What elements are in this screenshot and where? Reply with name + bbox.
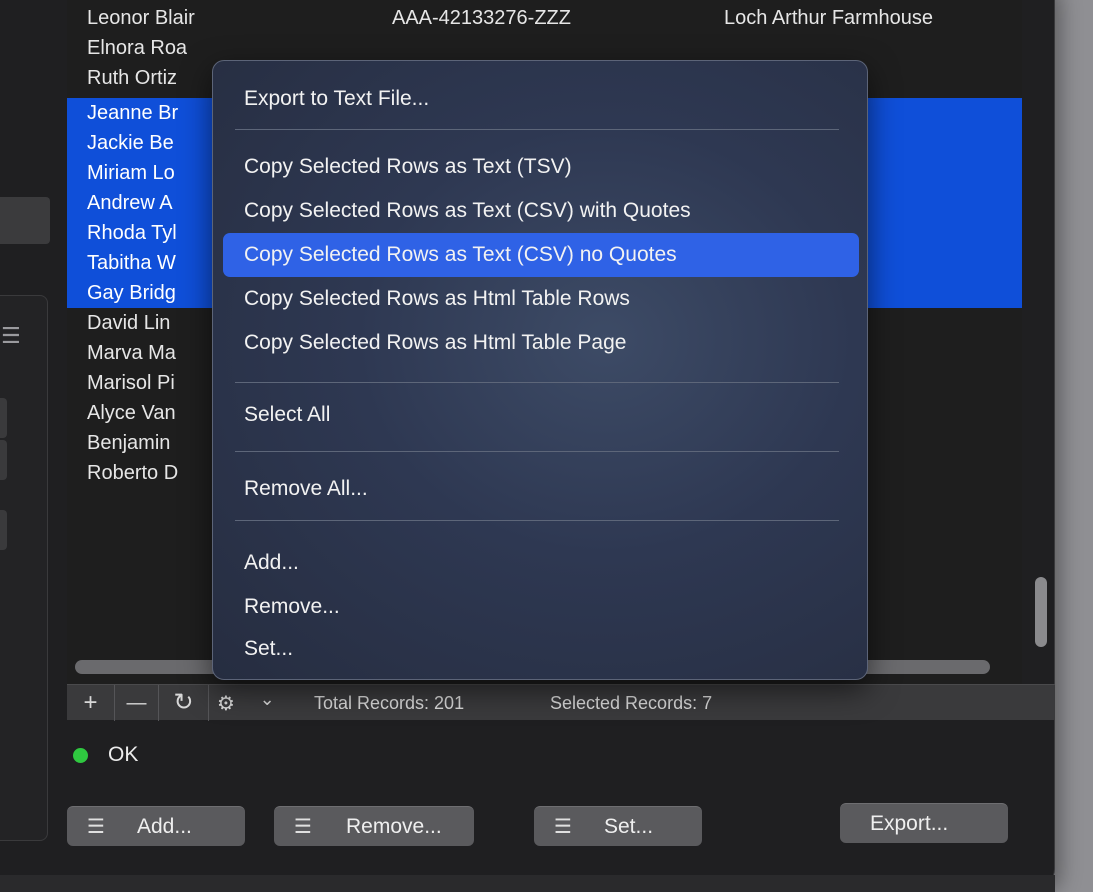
menu-item-select-all[interactable]: Select All xyxy=(223,393,859,437)
export-button-label: Export... xyxy=(870,812,949,835)
sidebar-tab[interactable] xyxy=(0,197,50,244)
menu-item-copy-html-rows[interactable]: Copy Selected Rows as Html Table Rows xyxy=(223,277,859,321)
export-button[interactable]: Export... xyxy=(840,803,1008,843)
list-icon[interactable]: ☰ xyxy=(1,323,27,349)
menu-item-set[interactable]: Set... xyxy=(223,627,859,671)
name-cell: Leonor Blair xyxy=(87,7,195,29)
menu-item-copy-tsv[interactable]: Copy Selected Rows as Text (TSV) xyxy=(223,145,859,189)
add-button[interactable]: ☰ Add... xyxy=(67,806,245,846)
gear-menu-button[interactable]: ⚙ ⌄ xyxy=(209,685,279,721)
menu-item-remove-all[interactable]: Remove All... xyxy=(223,467,859,511)
menu-item-copy-csv-quotes[interactable]: Copy Selected Rows as Text (CSV) with Qu… xyxy=(223,189,859,233)
gear-icon: ⚙ xyxy=(217,693,235,715)
status-text: OK xyxy=(108,743,139,766)
list-icon: ☰ xyxy=(294,816,312,838)
menu-separator xyxy=(235,451,839,452)
chevron-down-icon: ⌄ xyxy=(259,689,275,709)
menu-item-copy-csv-no-quotes[interactable]: Copy Selected Rows as Text (CSV) no Quot… xyxy=(223,233,859,277)
menu-item-copy-html-page[interactable]: Copy Selected Rows as Html Table Page xyxy=(223,321,859,365)
menu-item-remove[interactable]: Remove... xyxy=(223,585,859,629)
list-icon: ☰ xyxy=(87,816,105,838)
add-row-button[interactable]: + xyxy=(67,685,115,721)
vertical-scrollbar-thumb[interactable] xyxy=(1035,577,1047,647)
menu-separator xyxy=(235,520,839,521)
context-menu: Export to Text File... Copy Selected Rows… xyxy=(212,60,868,680)
refresh-icon: ↻ xyxy=(173,689,194,716)
add-button-label: Add... xyxy=(137,815,192,838)
sidebar-marker xyxy=(0,440,7,480)
list-icon: ☰ xyxy=(554,816,572,838)
table-row[interactable]: Leonor Blair AAA-42133276-ZZZ Loch Arthur … xyxy=(67,3,1022,33)
place-cell: Loch Arthur Farmhouse xyxy=(724,7,933,29)
menu-item-export-text-file[interactable]: Export to Text File... xyxy=(223,77,859,121)
selected-records-label: Selected Records: 7 xyxy=(550,693,713,713)
set-button-label: Set... xyxy=(604,815,654,838)
sidebar-marker xyxy=(0,510,7,550)
code-cell: AAA-42133276-ZZZ xyxy=(392,7,571,29)
name-cell: Elnora Roa xyxy=(87,37,188,59)
remove-button-label: Remove... xyxy=(346,815,442,838)
table-row[interactable]: Elnora Roa xyxy=(67,33,1022,63)
sidebar-panel xyxy=(0,295,48,841)
menu-separator xyxy=(235,382,839,383)
status-indicator-icon xyxy=(73,748,88,763)
total-records-label: Total Records: 201 xyxy=(314,693,465,713)
table-toolbar: + — ↻ ⚙ ⌄ Total Records: 201 Selected Re… xyxy=(67,684,1055,721)
menu-separator xyxy=(235,129,839,130)
menu-item-add[interactable]: Add... xyxy=(223,541,859,585)
window-bottom-edge xyxy=(0,875,1055,892)
refresh-button[interactable]: ↻ xyxy=(159,685,209,721)
sidebar-marker xyxy=(0,398,7,438)
remove-button[interactable]: ☰ Remove... xyxy=(274,806,474,846)
remove-row-button[interactable]: — xyxy=(115,685,159,721)
set-button[interactable]: ☰ Set... xyxy=(534,806,702,846)
